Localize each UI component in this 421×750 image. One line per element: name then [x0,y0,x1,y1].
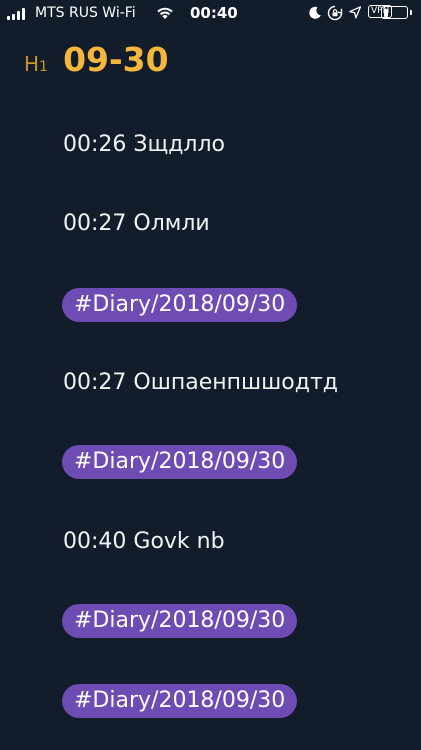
heading-level-marker: H1 [24,52,48,76]
list-item[interactable]: 00:26 Зщдлло [63,132,225,157]
battery-level [383,8,388,17]
diary-tag[interactable]: #Diary/2018/09/30 [62,445,298,479]
page-title: 09-30 [63,40,169,79]
date-heading: H1 09-30 [24,40,169,79]
list-item[interactable]: 00:27 Олмли [63,211,210,236]
rotation-lock-icon [327,5,343,21]
status-bar: MTS RUS Wi-Fi 00:40 VPN [0,0,421,28]
battery-icon [381,6,412,19]
cellular-signal-icon [7,8,29,20]
list-item[interactable]: 00:27 Ошпаенпшшодтд [63,370,338,395]
diary-tag[interactable]: #Diary/2018/09/30 [62,288,298,322]
location-arrow-icon [349,6,361,19]
carrier-label: MTS RUS Wi-Fi [35,5,136,21]
moon-icon [309,6,321,19]
status-clock: 00:40 [190,4,238,22]
wifi-icon [157,7,173,19]
diary-tag[interactable]: #Diary/2018/09/30 [62,684,298,718]
diary-tag[interactable]: #Diary/2018/09/30 [62,604,298,638]
list-item[interactable]: 00:40 Govk nb [63,529,225,554]
